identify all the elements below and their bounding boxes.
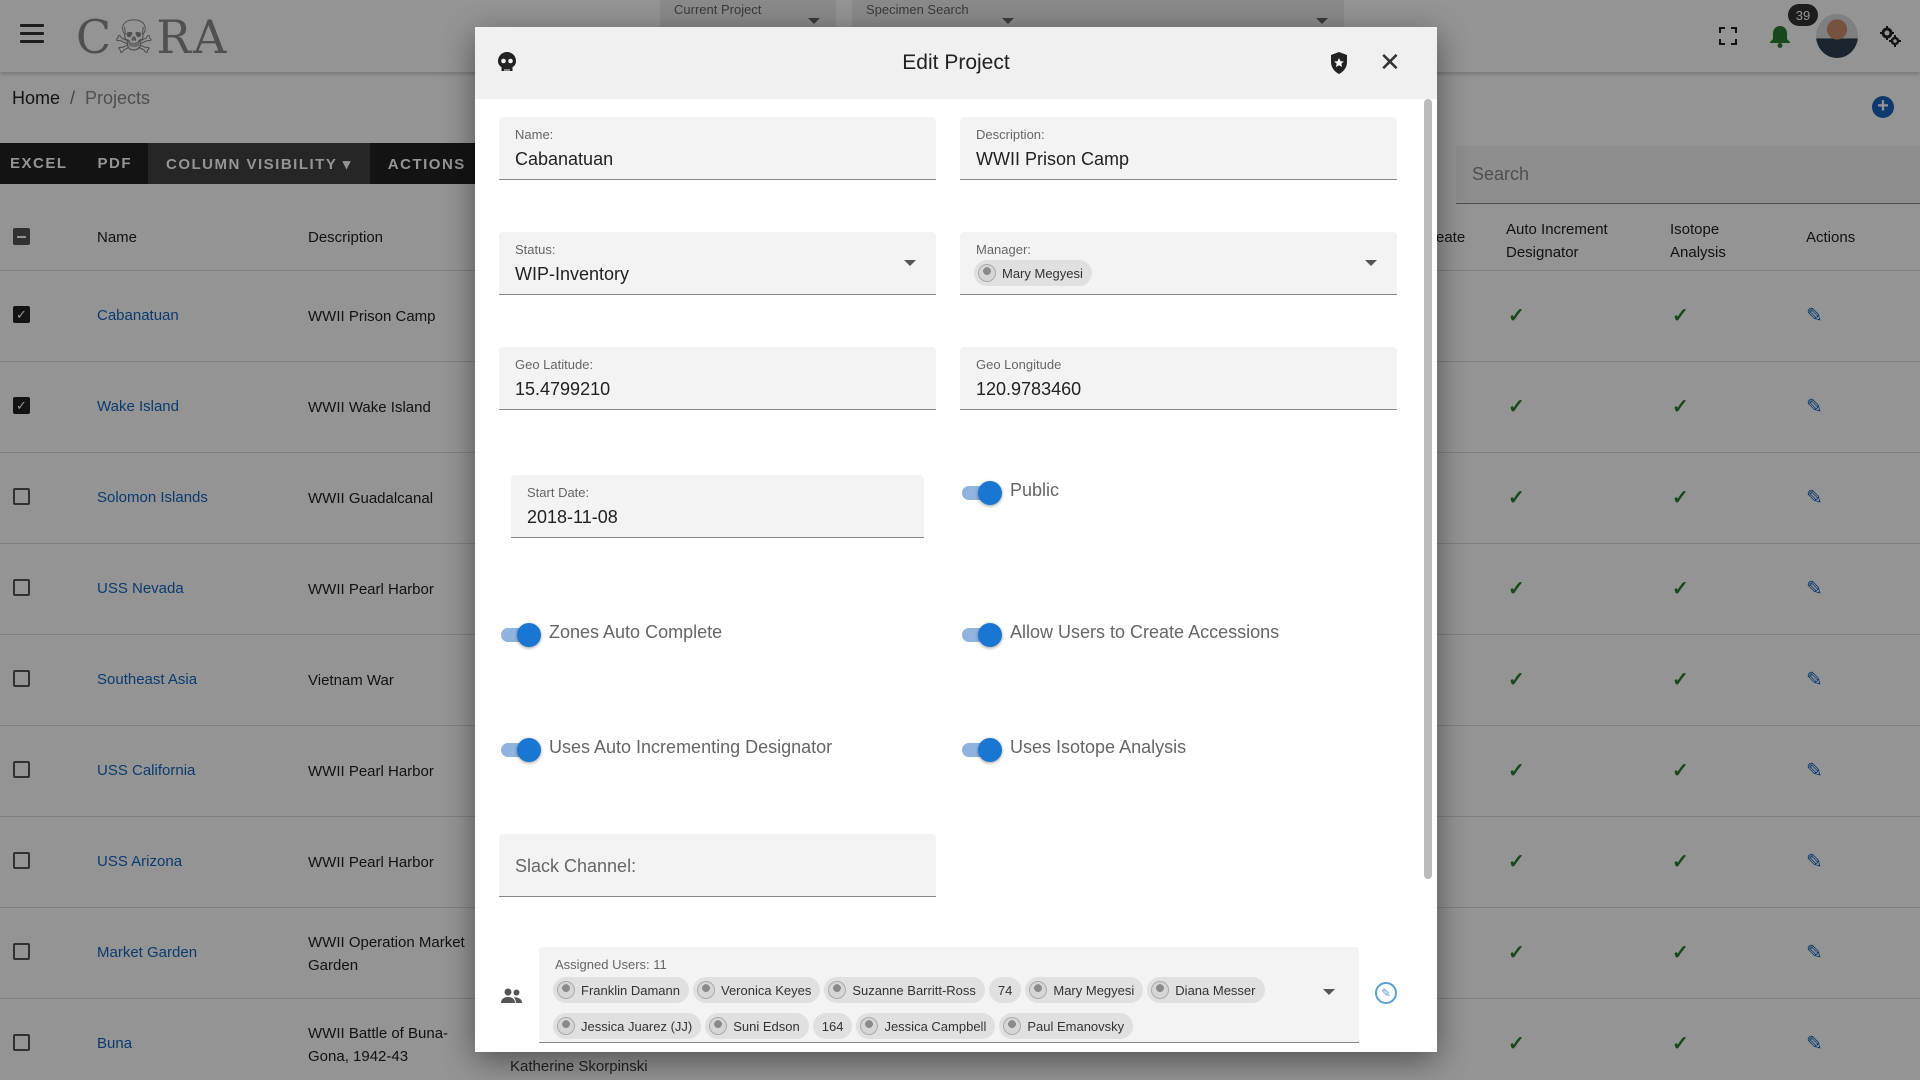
geo-latitude-label: Geo Latitude:: [515, 357, 594, 372]
user-avatar-icon: [978, 264, 996, 282]
geo-latitude-field[interactable]: Geo Latitude: 15.4799210: [499, 347, 936, 410]
manager-select-label: Manager:: [976, 242, 1031, 257]
public-toggle[interactable]: [962, 480, 1002, 506]
user-avatar-icon: [557, 1017, 575, 1035]
user-chip[interactable]: Jessica Juarez (JJ): [553, 1013, 702, 1039]
name-field-value: Cabanatuan: [515, 149, 614, 169]
user-avatar-icon: [860, 1017, 879, 1035]
geo-longitude-value: 120.9783460: [976, 379, 1082, 399]
isotope-analysis-toggle[interactable]: [962, 737, 1002, 763]
user-avatar-icon: [1029, 981, 1048, 999]
dialog-title: Edit Project: [902, 51, 1010, 74]
edit-project-dialog: Edit Project ✕ Name: Cabanatuan Descript…: [475, 27, 1437, 1052]
chevron-down-icon: [904, 260, 916, 266]
status-select[interactable]: Status: WIP-Inventory: [499, 232, 936, 295]
geo-latitude-value: 15.4799210: [515, 379, 611, 399]
user-chip[interactable]: Jessica Campbell: [856, 1013, 996, 1039]
auto-incrementing-designator-toggle[interactable]: [501, 737, 541, 763]
allow-create-accessions-toggle[interactable]: [962, 622, 1002, 648]
user-avatar-icon: [1003, 1017, 1022, 1035]
start-date-value: 2018-11-08: [527, 507, 618, 527]
slack-channel-field[interactable]: Slack Channel:: [499, 834, 936, 897]
assigned-users-chips-row-2: Jessica Juarez (JJ) Suni Edson 164 Jessica …: [553, 1013, 1137, 1039]
isotope-analysis-label: Uses Isotope Analysis: [1010, 737, 1187, 757]
description-field-label: Description:: [976, 127, 1045, 142]
description-field-value: WWII Prison Camp: [976, 149, 1130, 169]
allow-create-accessions-label: Allow Users to Create Accessions: [1010, 622, 1280, 642]
assigned-users-select[interactable]: Assigned Users: 11 Franklin Damann Veroni…: [539, 947, 1359, 1043]
assigned-users-label: Assigned Users: 11: [555, 957, 667, 972]
user-count-chip[interactable]: 74: [988, 977, 1022, 1003]
dialog-scrollbar[interactable]: [1424, 99, 1432, 879]
people-icon: [501, 987, 523, 1010]
geo-longitude-label: Geo Longitude: [976, 357, 1062, 372]
assigned-user-overflow-text: Katherine Skorpinski: [510, 1058, 648, 1075]
manager-chip[interactable]: Mary Megyesi: [974, 260, 1096, 287]
chevron-down-icon: [1323, 989, 1335, 995]
user-avatar-icon: [557, 981, 575, 999]
manager-select[interactable]: Manager: Mary Megyesi: [960, 232, 1397, 295]
description-field[interactable]: Description: WWII Prison Camp: [960, 117, 1397, 180]
user-avatar-icon: [697, 981, 715, 999]
user-count-chip[interactable]: 164: [812, 1013, 853, 1039]
zones-auto-complete-toggle[interactable]: [501, 622, 541, 648]
geo-longitude-field[interactable]: Geo Longitude 120.9783460: [960, 347, 1397, 410]
user-avatar-icon: [709, 1017, 728, 1035]
user-avatar-icon: [828, 981, 847, 999]
public-toggle-label: Public: [1010, 480, 1060, 500]
name-field[interactable]: Name: Cabanatuan: [499, 117, 936, 180]
user-avatar-icon: [1151, 981, 1170, 999]
zones-auto-complete-label: Zones Auto Complete: [549, 622, 723, 642]
chevron-down-icon: [1365, 260, 1377, 266]
shield-icon[interactable]: [1329, 51, 1349, 75]
edit-users-icon[interactable]: ✎: [1375, 982, 1397, 1004]
user-chip[interactable]: Veronica Keyes: [693, 977, 821, 1003]
assigned-users-chips-row-1: Franklin Damann Veronica Keyes Suzanne Bar…: [553, 977, 1269, 1003]
close-icon[interactable]: ✕: [1379, 47, 1401, 78]
user-chip[interactable]: Suzanne Barritt-Ross: [824, 977, 985, 1003]
name-field-label: Name:: [515, 127, 554, 142]
auto-incrementing-designator-label: Uses Auto Incrementing Designator: [549, 737, 833, 757]
user-chip[interactable]: Mary Megyesi: [1025, 977, 1144, 1003]
user-chip[interactable]: Suni Edson: [705, 1013, 809, 1039]
user-chip[interactable]: Paul Emanovsky: [999, 1013, 1134, 1039]
projects-page: C☠RA Current Project Specimen Search 39 …: [0, 0, 1920, 1080]
user-chip[interactable]: Franklin Damann: [553, 977, 689, 1003]
slack-channel-label: Slack Channel:: [515, 856, 637, 876]
start-date-label: Start Date:: [527, 485, 590, 500]
start-date-field[interactable]: Start Date: 2018-11-08: [511, 475, 924, 538]
dialog-header: Edit Project ✕: [475, 27, 1437, 99]
user-chip[interactable]: Diana Messer: [1147, 977, 1265, 1003]
status-select-label: Status:: [515, 242, 556, 257]
status-select-value: WIP-Inventory: [515, 264, 630, 284]
